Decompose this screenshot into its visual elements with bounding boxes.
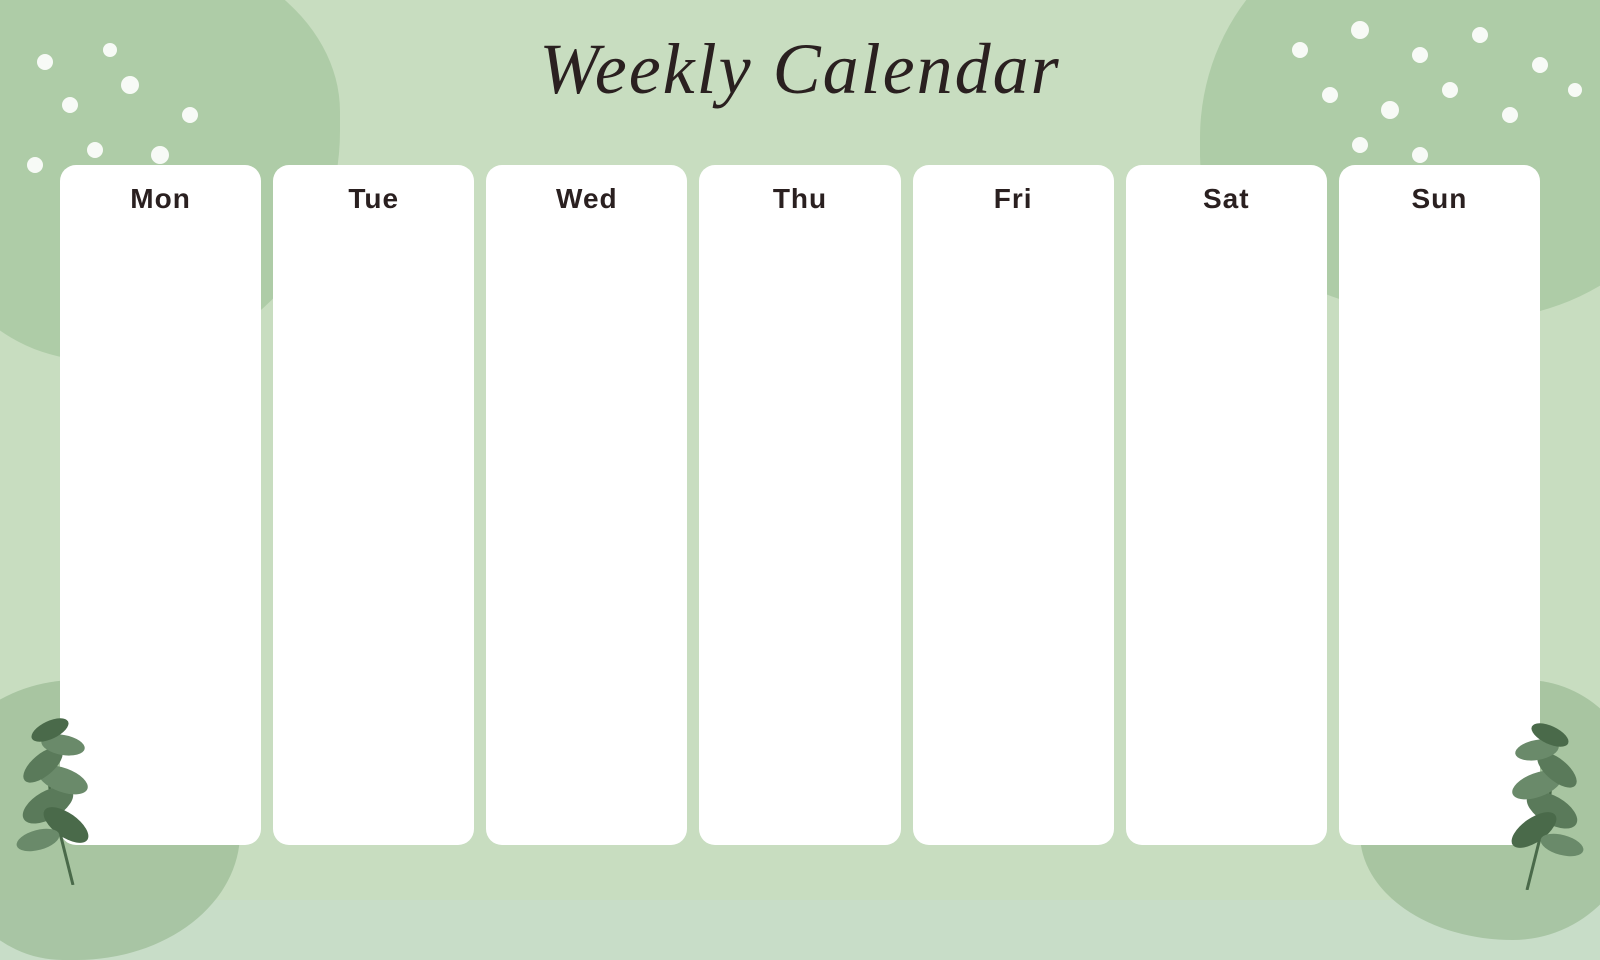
- day-header-fri: Fri: [913, 165, 1114, 229]
- day-column-fri: Fri: [913, 165, 1114, 845]
- page-title: Weekly Calendar: [539, 29, 1060, 109]
- leaf-right-icon: [1462, 690, 1592, 890]
- leaf-left-icon: [8, 685, 138, 885]
- day-header-sun: Sun: [1339, 165, 1540, 229]
- day-column-tue: Tue: [273, 165, 474, 845]
- day-body-tue[interactable]: [273, 229, 474, 845]
- day-header-tue: Tue: [273, 165, 474, 229]
- day-header-wed: Wed: [486, 165, 687, 229]
- day-header-thu: Thu: [699, 165, 900, 229]
- day-body-sat[interactable]: [1126, 229, 1327, 845]
- day-body-thu[interactable]: [699, 229, 900, 845]
- day-header-mon: Mon: [60, 165, 261, 229]
- day-body-fri[interactable]: [913, 229, 1114, 845]
- day-column-thu: Thu: [699, 165, 900, 845]
- day-column-sat: Sat: [1126, 165, 1327, 845]
- day-header-sat: Sat: [1126, 165, 1327, 229]
- day-body-wed[interactable]: [486, 229, 687, 845]
- page-title-container: Weekly Calendar: [0, 28, 1600, 111]
- day-column-wed: Wed: [486, 165, 687, 845]
- calendar-grid: MonTueWedThuFriSatSun: [60, 165, 1540, 845]
